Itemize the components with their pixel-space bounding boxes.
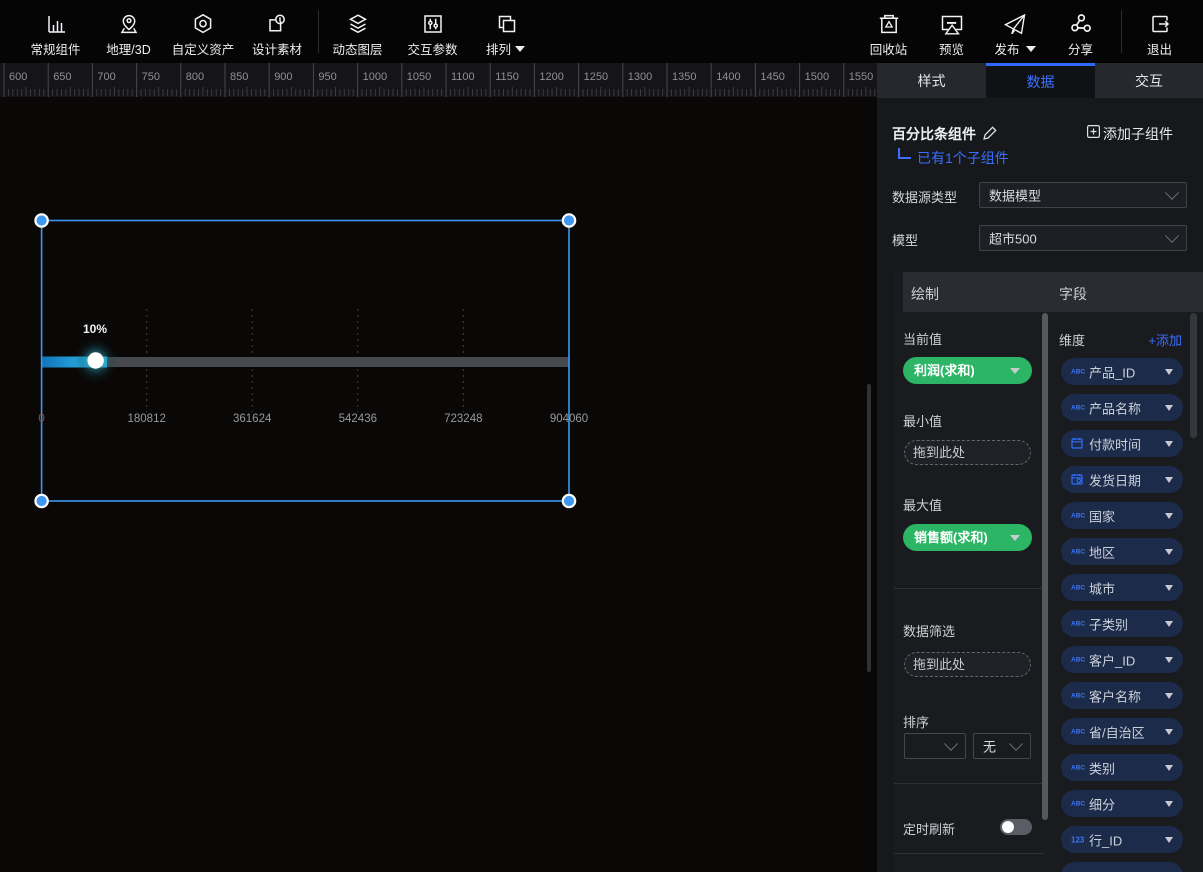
svg-text:700: 700 [97, 71, 115, 83]
svg-text:1250: 1250 [584, 71, 608, 83]
svg-text:361624: 361624 [233, 413, 272, 425]
svg-text:1100: 1100 [451, 71, 475, 83]
svg-text:723248: 723248 [444, 413, 482, 425]
svg-text:10%: 10% [83, 322, 107, 336]
svg-text:904060: 904060 [550, 413, 588, 425]
svg-text:542436: 542436 [339, 413, 377, 425]
svg-text:1500: 1500 [805, 71, 829, 83]
svg-text:850: 850 [230, 71, 248, 83]
svg-text:800: 800 [186, 71, 204, 83]
svg-text:600: 600 [9, 71, 27, 83]
svg-text:1200: 1200 [539, 71, 563, 83]
svg-text:0: 0 [38, 413, 44, 425]
svg-text:1450: 1450 [760, 71, 784, 83]
svg-text:950: 950 [318, 71, 336, 83]
svg-text:1350: 1350 [672, 71, 696, 83]
svg-text:1150: 1150 [495, 71, 519, 83]
svg-text:1000: 1000 [363, 71, 387, 83]
svg-text:180812: 180812 [128, 413, 166, 425]
svg-text:1550: 1550 [849, 71, 873, 83]
svg-text:900: 900 [274, 71, 292, 83]
svg-text:750: 750 [142, 71, 160, 83]
svg-text:1300: 1300 [628, 71, 652, 83]
svg-text:650: 650 [53, 71, 71, 83]
svg-text:1050: 1050 [407, 71, 431, 83]
svg-text:1400: 1400 [716, 71, 740, 83]
